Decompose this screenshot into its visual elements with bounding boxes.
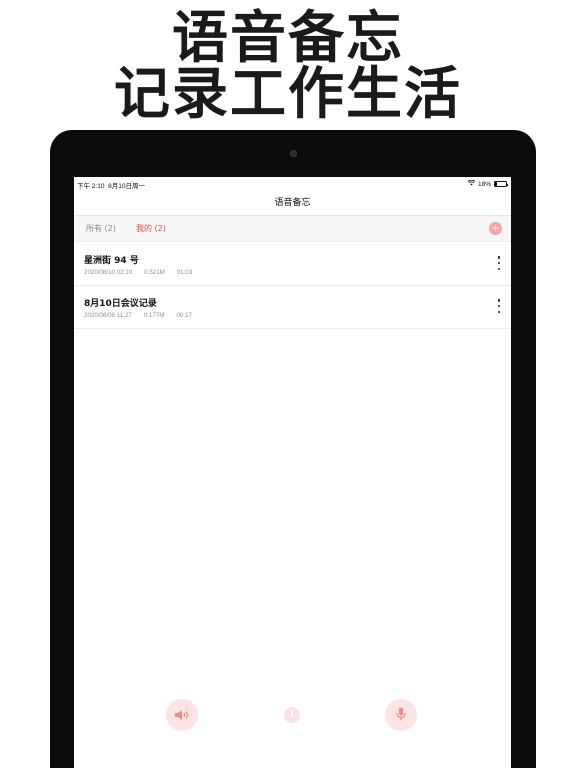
status-right: 18%	[467, 179, 508, 188]
front-camera	[290, 150, 297, 157]
plus-circle-icon[interactable]: +	[489, 222, 502, 235]
more-vertical-icon[interactable]	[497, 256, 501, 270]
wifi-icon	[467, 179, 476, 188]
battery-level-fill	[495, 182, 497, 186]
status-date: 8月10日周一	[108, 183, 145, 190]
battery-percent: 18%	[477, 180, 491, 188]
recordings-list: 星洲街 94 号 2020/08/10 02:10 0.521M 01:03 8…	[74, 243, 511, 329]
recording-title: 星洲街 94 号	[84, 256, 139, 266]
recording-meta: 2020/08/10 02:10 0.521M 01:03	[84, 269, 204, 276]
speaker-icon	[174, 706, 190, 725]
speaker-button[interactable]	[166, 699, 198, 731]
filter-tabs: 所有 (2) 我的 (2) +	[74, 216, 511, 242]
tablet-device: 下午 2:10 8月10日周一 18% 语音备忘 所有 (2) 我的 (2) +…	[50, 130, 536, 768]
promo-headline-line1: 语音备忘	[172, 5, 404, 71]
status-left: 下午 2:10 8月10日周一	[77, 180, 145, 190]
tab-all[interactable]: 所有 (2)	[86, 216, 116, 242]
recording-date: 2020/08/10 02:10	[84, 269, 133, 276]
status-time: 下午 2:10	[77, 183, 105, 190]
recording-duration: 00:17	[176, 312, 192, 319]
promo-headline-line2: 记录工作生活	[114, 61, 462, 127]
recording-title: 8月10日会议记录	[84, 299, 157, 309]
record-button[interactable]	[385, 699, 417, 731]
recording-size: 0.521M	[144, 269, 165, 276]
recording-duration: 01:03	[176, 269, 193, 276]
status-bar: 下午 2:10 8月10日周一 18%	[74, 177, 511, 191]
recording-date: 2020/08/08 11:27	[84, 312, 132, 319]
battery-icon	[494, 181, 508, 187]
nav-bar: 语音备忘	[74, 191, 511, 216]
recording-size: 0.177M	[143, 312, 165, 319]
app-screen: 下午 2:10 8月10日周一 18% 语音备忘 所有 (2) 我的 (2) +…	[74, 177, 511, 768]
microphone-icon	[396, 706, 406, 725]
list-item[interactable]: 8月10日会议记录 2020/08/08 11:27 0.177M 00:17	[74, 286, 511, 329]
tab-mine[interactable]: 我的 (2)	[136, 216, 166, 242]
info-button[interactable]: i	[276, 699, 308, 731]
more-vertical-icon[interactable]	[497, 299, 501, 313]
page-title: 语音备忘	[274, 198, 311, 208]
recording-meta: 2020/08/08 11:27 0.177M 00:17	[84, 312, 204, 319]
list-item[interactable]: 星洲街 94 号 2020/08/10 02:10 0.521M 01:03	[74, 243, 511, 286]
info-icon: i	[284, 707, 300, 723]
